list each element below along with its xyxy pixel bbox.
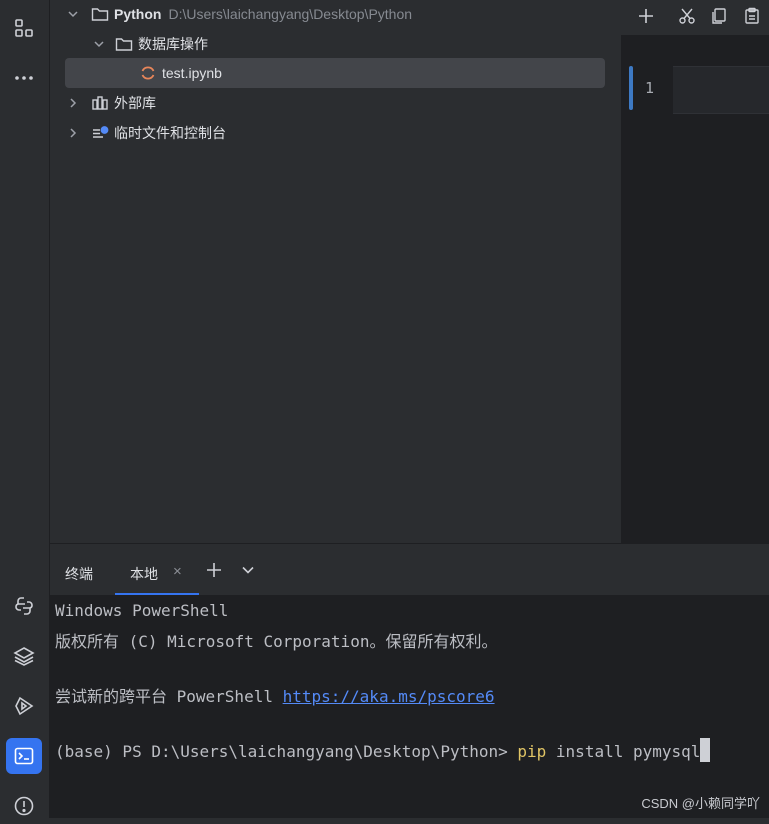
- chevron-right-icon[interactable]: [65, 125, 81, 141]
- command: pip: [517, 742, 547, 761]
- copy-icon[interactable]: [706, 3, 732, 29]
- paste-icon[interactable]: [739, 3, 765, 29]
- run-icon[interactable]: [6, 688, 42, 724]
- prompt: (base) PS D:\Users\laichangyang\Desktop\…: [55, 742, 518, 761]
- activity-bar: [0, 0, 50, 818]
- chevron-down-icon[interactable]: [236, 558, 260, 582]
- tree-label: 数据库操作: [138, 36, 208, 52]
- tree-label: test.ipynb: [162, 65, 222, 81]
- tab-label: 本地: [130, 566, 158, 582]
- text-cursor: [700, 738, 711, 762]
- terminal-icon[interactable]: [6, 738, 42, 774]
- pscore-link[interactable]: https://aka.ms/pscore6: [283, 687, 495, 706]
- chevron-down-icon[interactable]: [65, 6, 81, 22]
- project-tree: Python D:\Users\laichangyang\Desktop\Pyt…: [50, 0, 620, 543]
- terminal-header: 终端 本地 ×: [50, 543, 769, 596]
- folder-icon: [115, 35, 133, 53]
- line-number: 1: [645, 79, 655, 97]
- terminal-line: 尝试新的跨平台 PowerShell https://aka.ms/pscore…: [55, 683, 495, 707]
- tab-local[interactable]: 本地 ×: [115, 544, 199, 596]
- editor-pane[interactable]: 1: [621, 0, 769, 543]
- terminal-text: 尝试新的跨平台 PowerShell: [55, 687, 283, 706]
- scratches-icon: [91, 124, 109, 142]
- close-icon[interactable]: ×: [173, 563, 182, 580]
- editor-toolbar: [621, 0, 769, 36]
- chevron-down-icon[interactable]: [91, 36, 107, 52]
- python-console-icon[interactable]: [6, 588, 42, 624]
- chevron-right-icon[interactable]: [65, 95, 81, 111]
- code-cell[interactable]: [673, 66, 769, 114]
- cut-icon[interactable]: [674, 3, 700, 29]
- terminal-line: 版权所有 (C) Microsoft Corporation。保留所有权利。: [55, 632, 498, 651]
- layers-icon[interactable]: [6, 638, 42, 674]
- library-icon: [91, 94, 109, 112]
- tree-item-scratches[interactable]: 临时文件和控制台: [65, 118, 605, 148]
- tree-item-folder[interactable]: 数据库操作: [65, 29, 605, 59]
- folder-icon: [91, 5, 109, 23]
- terminal-output[interactable]: Windows PowerShell 版权所有 (C) Microsoft Co…: [50, 595, 769, 818]
- terminal-line: Windows PowerShell: [55, 601, 229, 620]
- more-icon[interactable]: [6, 60, 42, 96]
- cell-marker: [629, 66, 633, 110]
- terminal-prompt-line[interactable]: (base) PS D:\Users\laichangyang\Desktop\…: [55, 738, 711, 762]
- tree-item-python-root[interactable]: Python D:\Users\laichangyang\Desktop\Pyt…: [65, 0, 605, 29]
- command-args: install pymysql: [546, 742, 701, 761]
- notebook-icon: [139, 64, 157, 82]
- add-icon[interactable]: [633, 3, 659, 29]
- watermark: CSDN @小赖同学吖: [641, 796, 760, 811]
- problems-icon[interactable]: [6, 788, 42, 824]
- tree-item-external-libs[interactable]: 外部库: [65, 88, 605, 118]
- add-icon[interactable]: [202, 558, 226, 582]
- terminal-title: 终端: [65, 566, 93, 582]
- tree-label: 外部库: [114, 95, 156, 111]
- structure-icon[interactable]: [6, 10, 42, 46]
- tree-path: D:\Users\laichangyang\Desktop\Python: [168, 6, 413, 22]
- tree-item-test-notebook[interactable]: test.ipynb: [65, 58, 605, 88]
- tree-label: 临时文件和控制台: [114, 125, 226, 141]
- tree-label: Python: [114, 6, 162, 22]
